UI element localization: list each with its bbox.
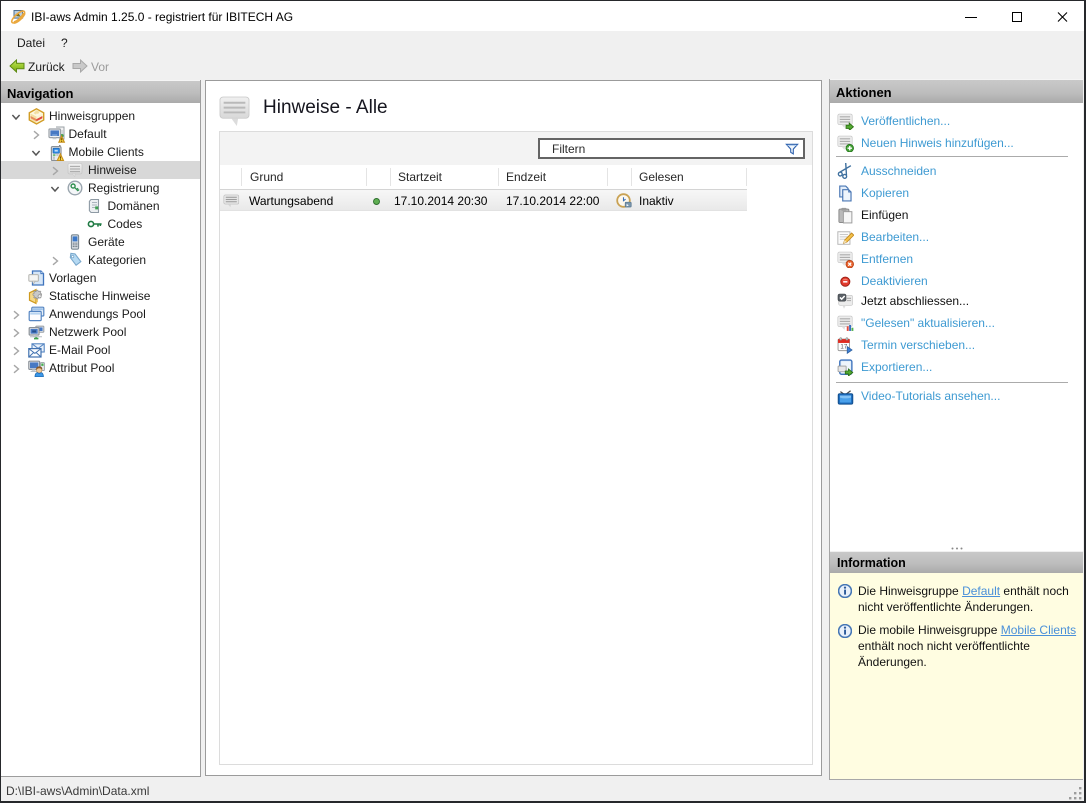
svg-text:17: 17 [840, 343, 847, 350]
